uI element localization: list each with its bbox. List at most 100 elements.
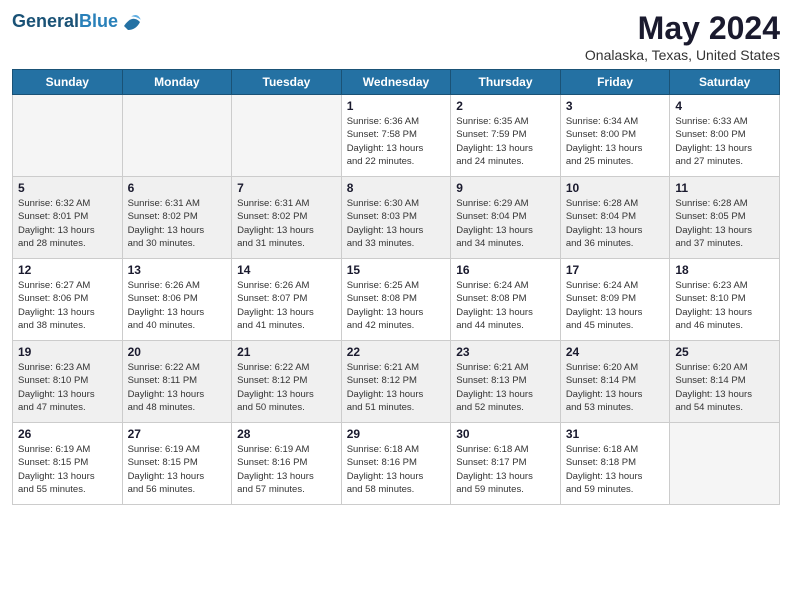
- calendar-cell: [232, 95, 342, 177]
- day-number: 9: [456, 181, 555, 195]
- day-number: 1: [347, 99, 446, 113]
- calendar-cell: 5 Sunrise: 6:32 AM Sunset: 8:01 PM Daylig…: [13, 177, 123, 259]
- cell-info: Sunrise: 6:19 AM Sunset: 8:15 PM Dayligh…: [18, 443, 117, 496]
- cell-info: Sunrise: 6:31 AM Sunset: 8:02 PM Dayligh…: [128, 197, 227, 250]
- cell-info: Sunrise: 6:29 AM Sunset: 8:04 PM Dayligh…: [456, 197, 555, 250]
- cell-info: Sunrise: 6:28 AM Sunset: 8:05 PM Dayligh…: [675, 197, 774, 250]
- calendar-cell: 28 Sunrise: 6:19 AM Sunset: 8:16 PM Dayli…: [232, 423, 342, 505]
- day-number: 28: [237, 427, 336, 441]
- cell-info: Sunrise: 6:22 AM Sunset: 8:11 PM Dayligh…: [128, 361, 227, 414]
- calendar-cell: 22Sunrise: 6:21 AM Sunset: 8:12 PM Dayli…: [341, 341, 451, 423]
- calendar-cell: 25Sunrise: 6:20 AM Sunset: 8:14 PM Dayli…: [670, 341, 780, 423]
- day-number: 11: [675, 181, 774, 195]
- cell-info: Sunrise: 6:24 AM Sunset: 8:09 PM Dayligh…: [566, 279, 665, 332]
- weekday-header: Tuesday: [232, 70, 342, 95]
- logo: GeneralBlue: [12, 10, 144, 34]
- day-number: 10: [566, 181, 665, 195]
- day-number: 27: [128, 427, 227, 441]
- cell-info: Sunrise: 6:36 AM Sunset: 7:58 PM Dayligh…: [347, 115, 446, 168]
- cell-info: Sunrise: 6:27 AM Sunset: 8:06 PM Dayligh…: [18, 279, 117, 332]
- weekday-header: Monday: [122, 70, 232, 95]
- calendar-cell: 17 Sunrise: 6:24 AM Sunset: 8:09 PM Dayli…: [560, 259, 670, 341]
- day-number: 15: [347, 263, 446, 277]
- calendar-cell: 31 Sunrise: 6:18 AM Sunset: 8:18 PM Dayli…: [560, 423, 670, 505]
- weekday-header: Thursday: [451, 70, 561, 95]
- calendar: SundayMondayTuesdayWednesdayThursdayFrid…: [12, 69, 780, 505]
- cell-info: Sunrise: 6:18 AM Sunset: 8:18 PM Dayligh…: [566, 443, 665, 496]
- calendar-week-row: 19Sunrise: 6:23 AM Sunset: 8:10 PM Dayli…: [13, 341, 780, 423]
- cell-info: Sunrise: 6:26 AM Sunset: 8:07 PM Dayligh…: [237, 279, 336, 332]
- calendar-cell: 10 Sunrise: 6:28 AM Sunset: 8:04 PM Dayli…: [560, 177, 670, 259]
- calendar-cell: 2 Sunrise: 6:35 AM Sunset: 7:59 PM Daylig…: [451, 95, 561, 177]
- cell-info: Sunrise: 6:30 AM Sunset: 8:03 PM Dayligh…: [347, 197, 446, 250]
- calendar-cell: 18Sunrise: 6:23 AM Sunset: 8:10 PM Dayli…: [670, 259, 780, 341]
- day-number: 12: [18, 263, 117, 277]
- calendar-cell: [13, 95, 123, 177]
- month-year: May 2024: [585, 10, 780, 47]
- calendar-cell: 11 Sunrise: 6:28 AM Sunset: 8:05 PM Dayli…: [670, 177, 780, 259]
- calendar-cell: 14 Sunrise: 6:26 AM Sunset: 8:07 PM Dayli…: [232, 259, 342, 341]
- header: GeneralBlue May 2024 Onalaska, Texas, Un…: [12, 10, 780, 63]
- day-number: 2: [456, 99, 555, 113]
- calendar-cell: [122, 95, 232, 177]
- day-number: 5: [18, 181, 117, 195]
- calendar-week-row: 5 Sunrise: 6:32 AM Sunset: 8:01 PM Daylig…: [13, 177, 780, 259]
- title-block: May 2024 Onalaska, Texas, United States: [585, 10, 780, 63]
- day-number: 30: [456, 427, 555, 441]
- cell-info: Sunrise: 6:21 AM Sunset: 8:12 PM Dayligh…: [347, 361, 446, 414]
- cell-info: Sunrise: 6:31 AM Sunset: 8:02 PM Dayligh…: [237, 197, 336, 250]
- calendar-cell: [670, 423, 780, 505]
- calendar-cell: 1 Sunrise: 6:36 AM Sunset: 7:58 PM Daylig…: [341, 95, 451, 177]
- cell-info: Sunrise: 6:35 AM Sunset: 7:59 PM Dayligh…: [456, 115, 555, 168]
- calendar-cell: 12 Sunrise: 6:27 AM Sunset: 8:06 PM Dayli…: [13, 259, 123, 341]
- day-number: 18: [675, 263, 774, 277]
- cell-info: Sunrise: 6:28 AM Sunset: 8:04 PM Dayligh…: [566, 197, 665, 250]
- day-number: 7: [237, 181, 336, 195]
- cell-info: Sunrise: 6:20 AM Sunset: 8:14 PM Dayligh…: [566, 361, 665, 414]
- day-number: 16: [456, 263, 555, 277]
- location: Onalaska, Texas, United States: [585, 47, 780, 63]
- day-number: 4: [675, 99, 774, 113]
- cell-info: Sunrise: 6:19 AM Sunset: 8:16 PM Dayligh…: [237, 443, 336, 496]
- day-number: 3: [566, 99, 665, 113]
- cell-info: Sunrise: 6:22 AM Sunset: 8:12 PM Dayligh…: [237, 361, 336, 414]
- weekday-header: Wednesday: [341, 70, 451, 95]
- day-number: 29: [347, 427, 446, 441]
- logo-icon: [120, 10, 144, 34]
- day-number: 6: [128, 181, 227, 195]
- calendar-cell: 15 Sunrise: 6:25 AM Sunset: 8:08 PM Dayli…: [341, 259, 451, 341]
- calendar-cell: 6 Sunrise: 6:31 AM Sunset: 8:02 PM Daylig…: [122, 177, 232, 259]
- weekday-header: Saturday: [670, 70, 780, 95]
- cell-info: Sunrise: 6:25 AM Sunset: 8:08 PM Dayligh…: [347, 279, 446, 332]
- day-number: 14: [237, 263, 336, 277]
- calendar-cell: 27 Sunrise: 6:19 AM Sunset: 8:15 PM Dayli…: [122, 423, 232, 505]
- day-number: 24: [566, 345, 665, 359]
- weekday-header-row: SundayMondayTuesdayWednesdayThursdayFrid…: [13, 70, 780, 95]
- day-number: 26: [18, 427, 117, 441]
- calendar-cell: 16 Sunrise: 6:24 AM Sunset: 8:08 PM Dayli…: [451, 259, 561, 341]
- calendar-cell: 20Sunrise: 6:22 AM Sunset: 8:11 PM Dayli…: [122, 341, 232, 423]
- cell-info: Sunrise: 6:21 AM Sunset: 8:13 PM Dayligh…: [456, 361, 555, 414]
- day-number: 31: [566, 427, 665, 441]
- cell-info: Sunrise: 6:23 AM Sunset: 8:10 PM Dayligh…: [18, 361, 117, 414]
- calendar-cell: 23 Sunrise: 6:21 AM Sunset: 8:13 PM Dayli…: [451, 341, 561, 423]
- cell-info: Sunrise: 6:19 AM Sunset: 8:15 PM Dayligh…: [128, 443, 227, 496]
- calendar-cell: 19Sunrise: 6:23 AM Sunset: 8:10 PM Dayli…: [13, 341, 123, 423]
- day-number: 17: [566, 263, 665, 277]
- day-number: 23: [456, 345, 555, 359]
- calendar-cell: 13Sunrise: 6:26 AM Sunset: 8:06 PM Dayli…: [122, 259, 232, 341]
- calendar-cell: 3 Sunrise: 6:34 AM Sunset: 8:00 PM Daylig…: [560, 95, 670, 177]
- day-number: 13: [128, 263, 227, 277]
- calendar-cell: 26 Sunrise: 6:19 AM Sunset: 8:15 PM Dayli…: [13, 423, 123, 505]
- calendar-cell: 8 Sunrise: 6:30 AM Sunset: 8:03 PM Daylig…: [341, 177, 451, 259]
- calendar-cell: 24 Sunrise: 6:20 AM Sunset: 8:14 PM Dayli…: [560, 341, 670, 423]
- calendar-week-row: 1 Sunrise: 6:36 AM Sunset: 7:58 PM Daylig…: [13, 95, 780, 177]
- day-number: 8: [347, 181, 446, 195]
- cell-info: Sunrise: 6:32 AM Sunset: 8:01 PM Dayligh…: [18, 197, 117, 250]
- weekday-header: Sunday: [13, 70, 123, 95]
- calendar-cell: 21Sunrise: 6:22 AM Sunset: 8:12 PM Dayli…: [232, 341, 342, 423]
- calendar-cell: 7 Sunrise: 6:31 AM Sunset: 8:02 PM Daylig…: [232, 177, 342, 259]
- calendar-cell: 29Sunrise: 6:18 AM Sunset: 8:16 PM Dayli…: [341, 423, 451, 505]
- cell-info: Sunrise: 6:24 AM Sunset: 8:08 PM Dayligh…: [456, 279, 555, 332]
- cell-info: Sunrise: 6:34 AM Sunset: 8:00 PM Dayligh…: [566, 115, 665, 168]
